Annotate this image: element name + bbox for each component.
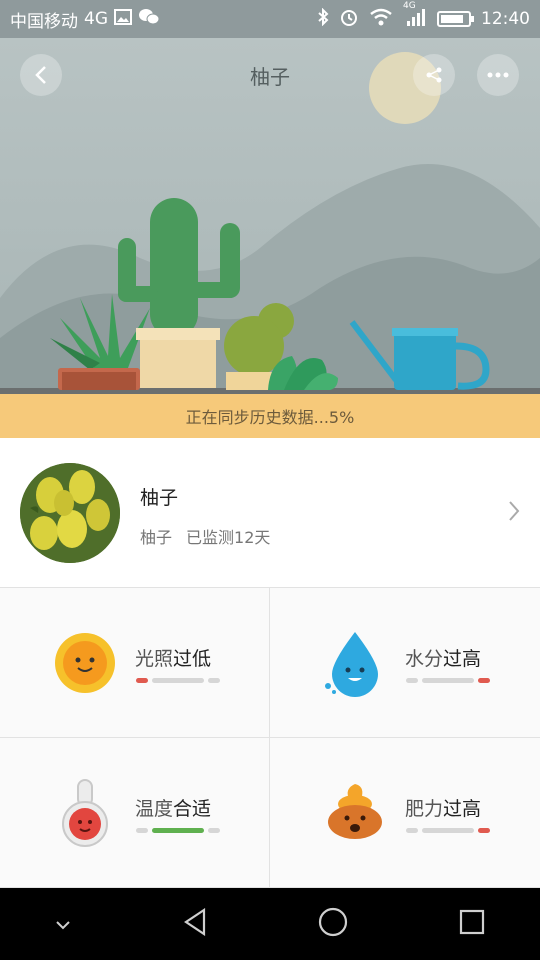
sync-status-text: 正在同步历史数据...5% <box>185 408 355 427</box>
share-icon <box>426 67 442 83</box>
image-icon <box>114 8 132 30</box>
meter-segment <box>208 828 220 833</box>
wifi-icon <box>369 8 393 31</box>
level-meter <box>136 678 220 683</box>
meter-segment <box>152 828 204 833</box>
meter-segment <box>136 828 148 833</box>
plant-avatar <box>20 463 120 563</box>
chevron-down-icon[interactable] <box>55 915 71 934</box>
meter-segment <box>406 828 418 833</box>
more-button[interactable] <box>477 54 519 96</box>
level-meter <box>406 828 490 833</box>
fertilizer-icon <box>328 784 382 839</box>
metric-light[interactable]: 光照过低 <box>0 588 270 738</box>
navigation-bar <box>0 888 540 960</box>
thermometer-icon <box>62 779 108 847</box>
metric-temperature[interactable]: 温度合适 <box>0 738 270 888</box>
level-meter <box>406 678 490 683</box>
meter-segment <box>478 828 490 833</box>
status-grid: 光照过低 水分过高 温度合适 肥力过高 <box>0 588 540 888</box>
plant-name: 柚子 <box>140 487 179 509</box>
plant-subtitle: 柚子 已监测12天 <box>140 524 270 548</box>
clock-time: 12:40 <box>481 9 530 29</box>
status-bar: 中国移动 4G 4G 12:40 <box>0 0 540 38</box>
monitored-days: 已监测12天 <box>186 528 271 547</box>
triangle-back-icon[interactable] <box>182 907 208 940</box>
share-button[interactable] <box>413 54 455 96</box>
more-icon <box>487 72 509 78</box>
alarm-icon <box>339 7 359 32</box>
metric-label: 光照过低 <box>135 648 212 670</box>
carrier-label: 中国移动 <box>10 11 78 32</box>
page-title: 柚子 <box>250 64 290 89</box>
circle-home-icon[interactable] <box>318 907 348 941</box>
chevron-right-icon <box>508 500 520 528</box>
battery-fill <box>441 15 464 23</box>
network-label: 4G <box>84 9 108 29</box>
sun-icon <box>55 633 115 693</box>
water-drop-icon <box>325 632 378 697</box>
plant-card[interactable]: 柚子 柚子 已监测12天 <box>0 438 540 588</box>
metric-label: 肥力过高 <box>405 798 482 820</box>
meter-segment <box>478 678 490 683</box>
plant-species: 柚子 <box>140 528 173 547</box>
wechat-icon <box>138 8 160 31</box>
meter-segment <box>422 678 474 683</box>
metric-label: 水分过高 <box>405 648 482 670</box>
header-bar: 柚子 <box>0 38 540 112</box>
meter-segment <box>136 678 148 683</box>
meter-segment <box>406 678 418 683</box>
meter-segment <box>152 678 204 683</box>
bluetooth-icon <box>317 7 329 31</box>
cell-signal-icon: 4G <box>403 1 427 32</box>
sync-banner: 正在同步历史数据...5% <box>0 394 540 438</box>
square-recents-icon[interactable] <box>459 909 485 939</box>
battery-icon <box>437 11 474 27</box>
meter-segment <box>422 828 474 833</box>
metric-label: 温度合适 <box>135 798 212 820</box>
meter-segment <box>208 678 220 683</box>
level-meter <box>136 828 220 833</box>
metric-water[interactable]: 水分过高 <box>270 588 540 738</box>
metric-fertility[interactable]: 肥力过高 <box>270 738 540 888</box>
signal-type-label: 4G <box>403 0 416 11</box>
